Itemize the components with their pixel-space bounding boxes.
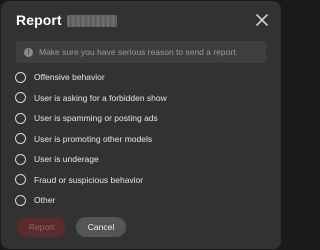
radio-button[interactable] xyxy=(15,71,26,83)
reason-label: Offensive behavior xyxy=(34,72,105,83)
report-reason-list: Offensive behavior User is asking for a … xyxy=(15,67,265,211)
reason-label: Fraud or suspicious behavior xyxy=(34,174,144,185)
reason-label: User is spamming or posting ads xyxy=(34,113,158,124)
radio-button[interactable] xyxy=(15,92,26,104)
reason-option-offensive[interactable]: Offensive behavior xyxy=(15,67,265,88)
radio-button[interactable] xyxy=(15,174,26,186)
warning-notice: ! Make sure you have serious reason to s… xyxy=(16,41,266,63)
reason-label: Other xyxy=(34,195,56,206)
reason-option-underage[interactable]: User is underage xyxy=(15,149,265,170)
radio-button[interactable] xyxy=(15,133,26,145)
reason-option-fraud[interactable]: Fraud or suspicious behavior xyxy=(15,170,265,191)
dialog-header: Report xyxy=(16,12,117,28)
reason-option-forbidden-show[interactable]: User is asking for a forbidden show xyxy=(15,88,265,109)
dialog-footer: Report Cancel xyxy=(17,217,126,237)
report-dialog: Report ! Make sure you have serious reas… xyxy=(1,1,281,249)
report-button[interactable]: Report xyxy=(17,217,66,237)
reason-label: User is underage xyxy=(34,154,99,165)
radio-button[interactable] xyxy=(15,153,26,165)
notice-text: Make sure you have serious reason to sen… xyxy=(39,47,238,57)
exclamation-circle-icon: ! xyxy=(24,47,33,57)
dialog-title: Report xyxy=(16,12,62,28)
radio-button[interactable] xyxy=(15,112,26,124)
close-icon[interactable] xyxy=(255,13,269,27)
redacted-username xyxy=(66,15,117,27)
cancel-button[interactable]: Cancel xyxy=(76,217,126,237)
reason-option-spam[interactable]: User is spamming or posting ads xyxy=(15,108,265,129)
reason-option-other[interactable]: Other xyxy=(15,190,265,211)
reason-label: User is asking for a forbidden show xyxy=(34,92,167,103)
reason-label: User is promoting other models xyxy=(34,133,153,144)
reason-option-promoting[interactable]: User is promoting other models xyxy=(15,129,265,150)
radio-button[interactable] xyxy=(15,194,26,206)
